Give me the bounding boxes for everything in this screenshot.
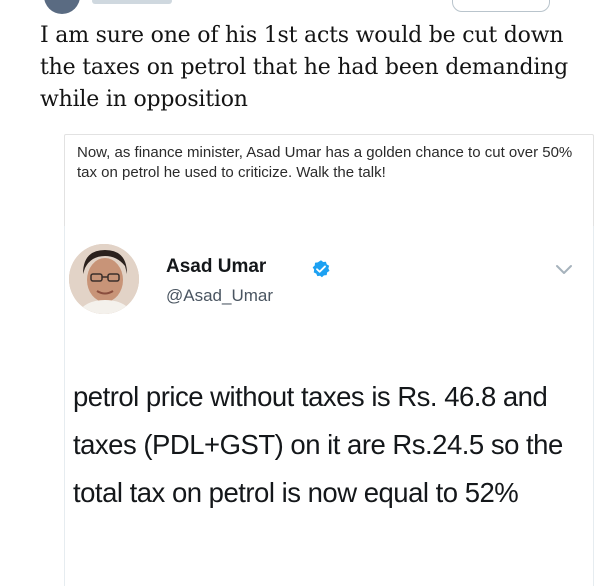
avatar[interactable] [44,0,80,14]
embedded-tweet-card[interactable]: Asad Umar @Asad_Umar petrol price withou… [64,226,594,586]
author-name-cropped [92,0,172,4]
author-handle[interactable]: @Asad_Umar [166,286,273,306]
tweet-text: I am sure one of his 1st acts would be c… [40,23,569,112]
author-name[interactable]: Asad Umar [166,256,266,278]
quoted-tweet-text: Now, as finance minister, Asad Umar has … [77,144,573,181]
avatar-photo [69,244,139,314]
quoted-tweet-card[interactable]: Now, as finance minister, Asad Umar has … [64,134,594,228]
embedded-tweet-text: petrol price without taxes is Rs. 46.8 a… [73,381,563,508]
chevron-down-icon[interactable] [555,264,573,276]
author-avatar[interactable] [69,244,139,314]
verified-badge-icon [312,260,330,278]
follow-button[interactable] [452,0,550,12]
cropped-header [0,0,600,14]
